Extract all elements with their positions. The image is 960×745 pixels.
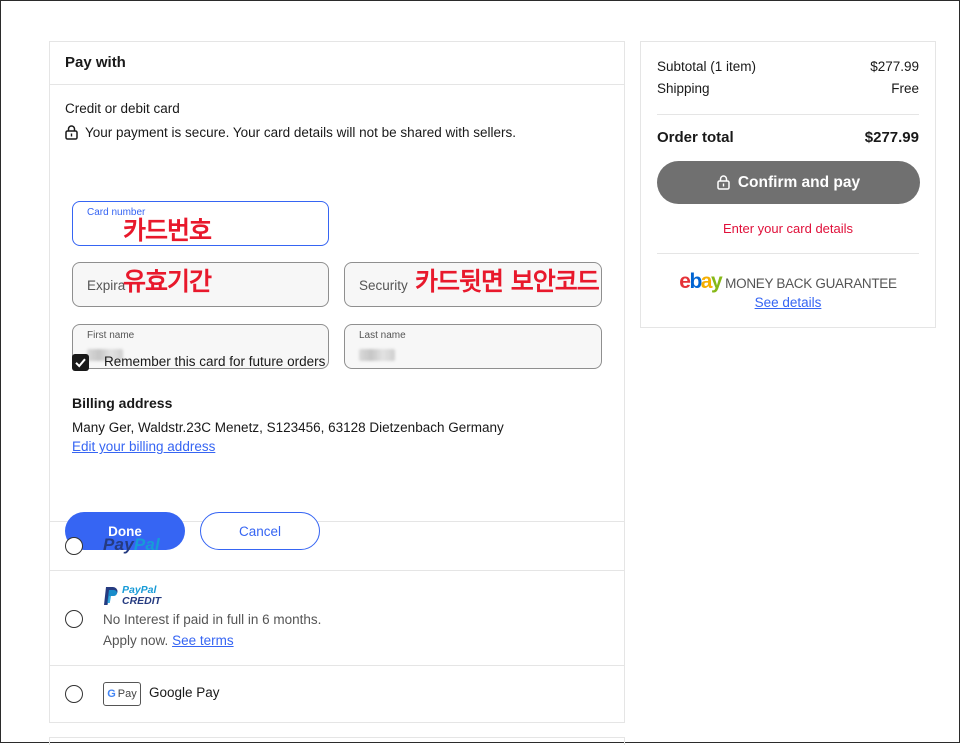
last-name-input[interactable]: Last name (344, 324, 602, 369)
money-back-guarantee: ebay MONEY BACK GUARANTEE (641, 270, 935, 294)
first-name-label: First name (87, 330, 135, 341)
google-pay-radio[interactable] (65, 685, 83, 703)
card-title: Credit or debit card (65, 101, 180, 116)
order-total-row: Order total $277.99 (657, 129, 919, 146)
secure-row: Your payment is secure. Your card detail… (65, 125, 516, 140)
shipping-label: Shipping (657, 81, 710, 96)
shipping-value: Free (891, 81, 919, 96)
paypal-option[interactable]: PayPal (50, 522, 624, 571)
pay-with-panel: Pay with Credit or debit card Your payme… (49, 41, 625, 723)
order-summary-panel: Subtotal (1 item) $277.99 Shipping Free … (640, 41, 936, 328)
security-placeholder: Security (359, 278, 408, 293)
remember-checkbox[interactable] (72, 354, 89, 371)
edit-billing-link[interactable]: Edit your billing address (72, 439, 215, 454)
lock-icon (717, 175, 730, 190)
next-section-edge (49, 737, 625, 745)
guarantee-text: MONEY BACK GUARANTEE (725, 276, 897, 291)
billing-address: Many Ger, Waldstr.23C Menetz, S123456, 6… (72, 420, 504, 435)
remember-label: Remember this card for future orders (104, 354, 326, 369)
see-terms-link[interactable]: See terms (172, 633, 234, 648)
paypal-credit-apply: Apply now. See terms (103, 633, 234, 648)
google-pay-badge: G Pay (103, 682, 141, 706)
paypal-credit-option[interactable]: PayPal CREDIT No Interest if paid in ful… (50, 571, 624, 666)
paypal-credit-radio[interactable] (65, 610, 83, 628)
card-section: Credit or debit card Your payment is sec… (50, 85, 624, 550)
paypal-radio[interactable] (65, 537, 83, 555)
card-details-error: Enter your card details (722, 221, 854, 236)
last-name-label: Last name (359, 330, 406, 341)
order-total-value: $277.99 (864, 129, 919, 146)
summary-divider-1 (657, 114, 919, 115)
subtotal-label: Subtotal (1 item) (657, 59, 757, 74)
paypal-logo: PayPal (103, 535, 160, 554)
secure-text: Your payment is secure. Your card detail… (85, 125, 516, 140)
paypal-credit-text: No Interest if paid in full in 6 months. (103, 612, 322, 627)
subtotal-value: $277.99 (870, 59, 919, 74)
see-details-link[interactable]: See details (641, 295, 935, 310)
lock-icon (65, 125, 78, 140)
overlay-security: 카드뒷면 보안코드 (415, 267, 600, 296)
order-total-label: Order total (657, 129, 734, 146)
google-g-icon: G (107, 688, 116, 700)
expiration-placeholder: Expira (87, 278, 126, 293)
ebay-logo: ebay (679, 270, 722, 293)
summary-divider-2 (657, 253, 919, 254)
confirm-label: Confirm and pay (737, 173, 861, 191)
paypal-credit-logo: PayPal CREDIT (103, 585, 161, 607)
overlay-card-number: 카드번호 (123, 216, 212, 245)
check-icon (75, 358, 86, 368)
google-pay-label: Google Pay (149, 685, 220, 700)
pay-with-title: Pay with (50, 42, 624, 85)
shipping-row: Shipping Free (657, 81, 919, 96)
overlay-expiration: 유효기간 (123, 267, 212, 296)
blurred-last-name (359, 349, 395, 361)
paypal-p-icon (104, 587, 118, 605)
billing-title: Billing address (72, 395, 173, 411)
confirm-and-pay-button[interactable]: Confirm and pay (657, 161, 920, 204)
subtotal-row: Subtotal (1 item) $277.99 (657, 59, 919, 74)
google-pay-option[interactable]: G Pay Google Pay (50, 666, 624, 722)
